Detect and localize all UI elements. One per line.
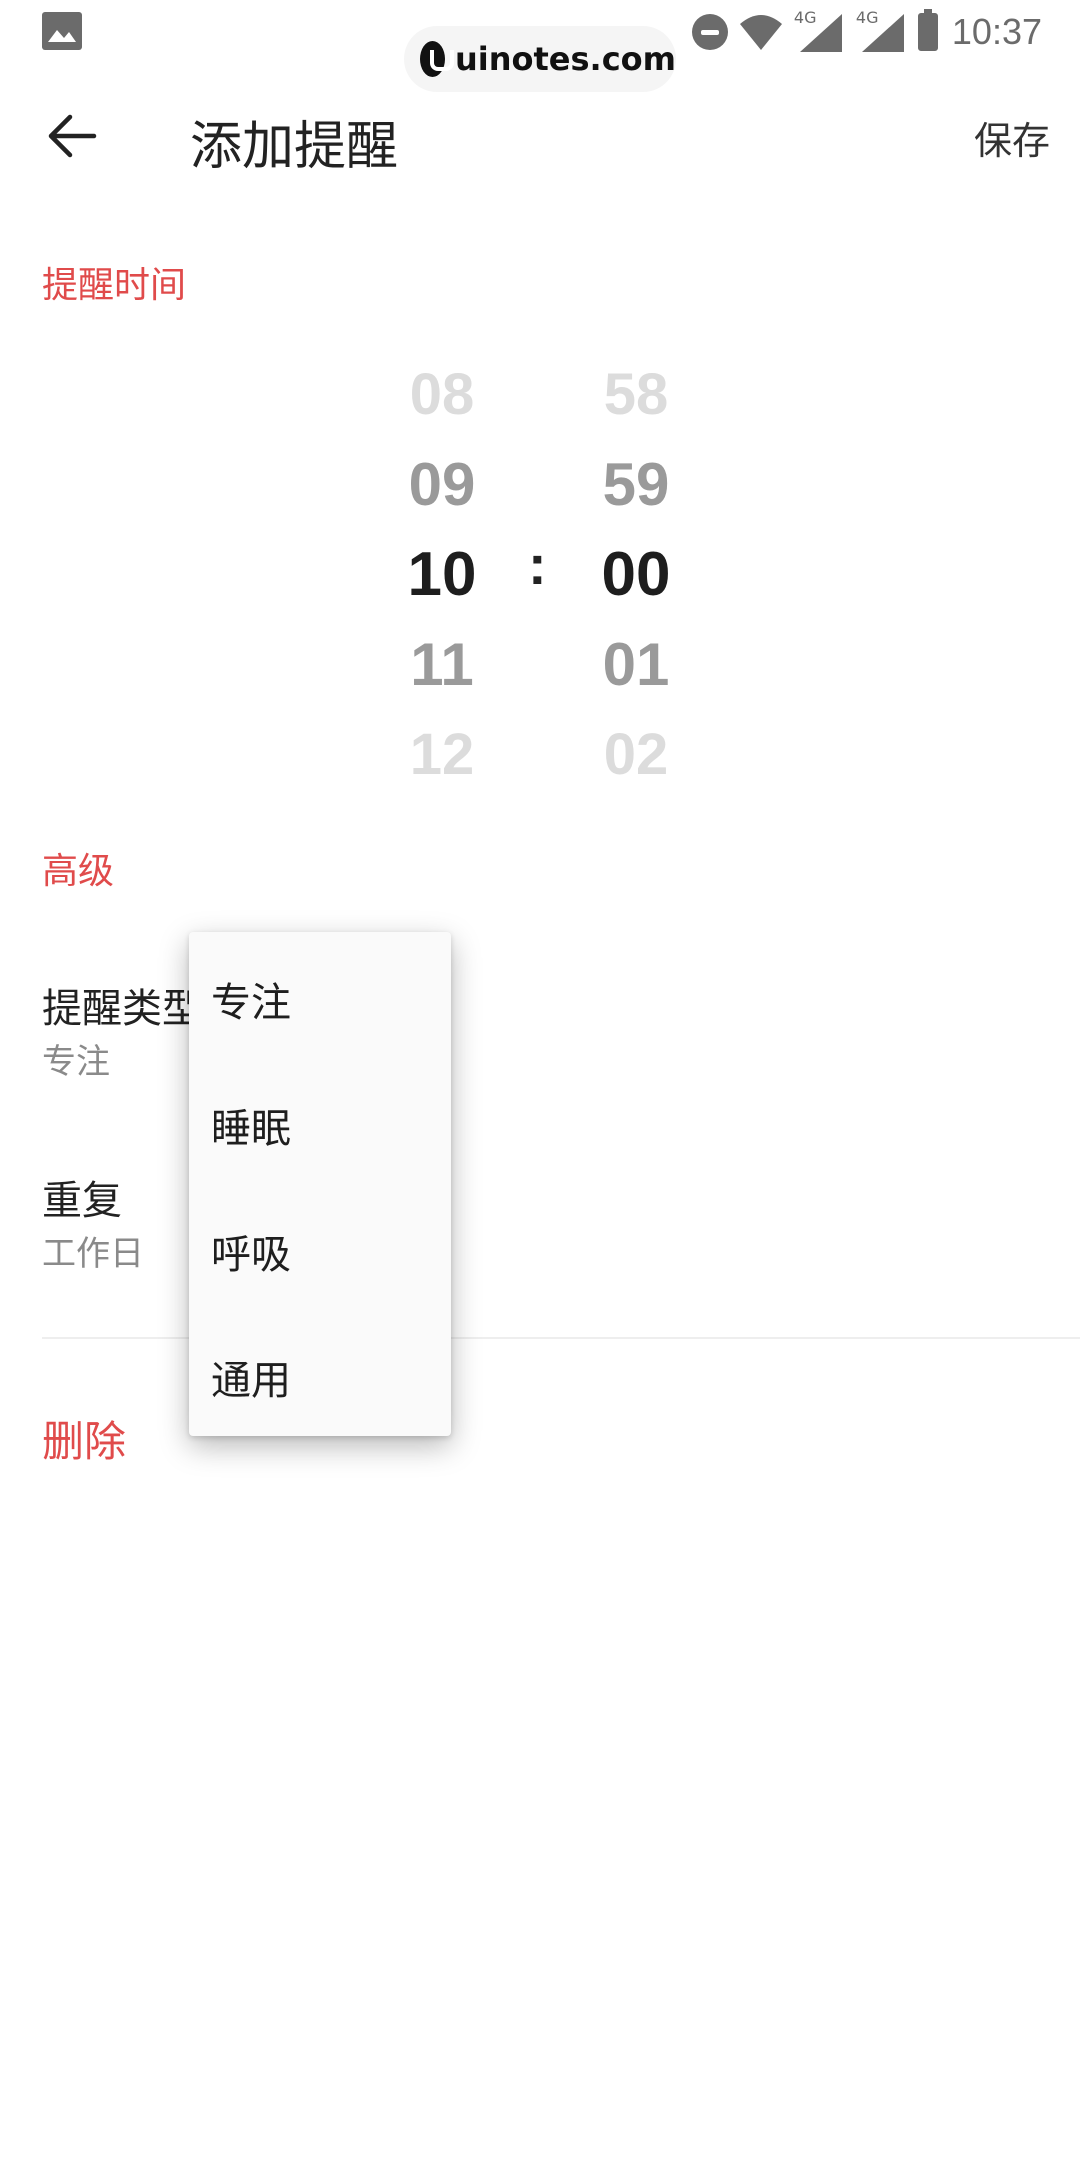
page-title: 添加提醒 xyxy=(190,117,399,177)
watermark-logo-icon xyxy=(420,41,454,77)
gallery-notification-icon xyxy=(42,12,82,50)
network-type-label: 4G xyxy=(793,8,817,27)
time-picker: 08 09 10 11 12 : 58 59 00 01 02 xyxy=(0,350,1080,790)
watermark-text: uinotes.com xyxy=(454,40,676,78)
reminder-time-section-header: 提醒时间 xyxy=(42,265,187,306)
watermark: uinotes.com xyxy=(404,26,676,92)
dropdown-option-breathe[interactable]: 呼吸 xyxy=(189,1188,451,1314)
advanced-section-header: 高级 xyxy=(42,851,115,892)
arrow-back-icon xyxy=(48,114,97,158)
cellular-signal-icon-2: 4G xyxy=(855,8,908,54)
back-button[interactable] xyxy=(36,100,108,172)
status-icons: 4G 4G 10:37 xyxy=(691,8,1042,56)
selected-hour[interactable]: 10 xyxy=(372,530,512,620)
selected-minute[interactable]: 00 xyxy=(566,530,706,620)
delete-button[interactable]: 删除 xyxy=(42,1408,126,1469)
battery-icon xyxy=(917,9,938,51)
network-type-label-2: 4G xyxy=(855,8,879,27)
dropdown-option-sleep[interactable]: 睡眠 xyxy=(189,1062,451,1188)
dropdown-option-general[interactable]: 通用 xyxy=(189,1314,451,1440)
repeat-title: 重复 xyxy=(42,1178,122,1224)
clock: 10:37 xyxy=(951,11,1042,52)
cellular-signal-icon: 4G xyxy=(793,8,846,54)
reminder-type-title: 提醒类型 xyxy=(42,986,202,1032)
minute-option[interactable]: 02 xyxy=(566,710,706,800)
minute-option[interactable]: 59 xyxy=(566,440,706,530)
minute-wheel[interactable]: 58 59 00 01 02 xyxy=(566,350,706,800)
hour-option[interactable]: 09 xyxy=(372,440,512,530)
do-not-disturb-icon xyxy=(691,14,728,50)
wifi-icon xyxy=(739,15,782,50)
hour-option[interactable]: 08 xyxy=(372,350,512,440)
reminder-type-dropdown: 专注 睡眠 呼吸 通用 xyxy=(189,932,451,1436)
time-separator: : xyxy=(528,533,547,596)
reminder-type-value: 专注 xyxy=(42,1042,110,1082)
hour-option[interactable]: 12 xyxy=(372,710,512,800)
hour-wheel[interactable]: 08 09 10 11 12 xyxy=(372,350,512,800)
dropdown-option-focus[interactable]: 专注 xyxy=(189,936,451,1062)
minute-option[interactable]: 01 xyxy=(566,620,706,710)
save-button[interactable]: 保存 xyxy=(974,110,1050,165)
hour-option[interactable]: 11 xyxy=(372,620,512,710)
repeat-value: 工作日 xyxy=(42,1234,144,1274)
screen: 4G 4G 10:37 uinotes.com 添加提醒 保存 提醒时间 08 … xyxy=(0,0,1080,2160)
minute-option[interactable]: 58 xyxy=(566,350,706,440)
